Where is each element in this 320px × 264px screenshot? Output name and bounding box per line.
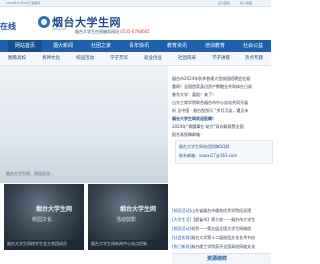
subnav-item-3[interactable]: 校园活动 — [68, 52, 102, 65]
headline-item[interactable]: 听 见中国 · 烟台刮刮乐 “岁月沉淀，遇见未 — [172, 108, 248, 114]
thumbnail-card[interactable]: 烟台大学生网 校园文化 烟台大学生网校学生会主席团成员 — [4, 184, 84, 250]
contribute-email[interactable]: 联系邮箱：xiaoxi17@163.com — [179, 153, 237, 159]
headline-item[interactable]: 重磅！全国首家身边资产数融业共同体在日成 — [172, 84, 252, 90]
set-homepage-link[interactable]: 设为首页 — [218, 0, 230, 6]
headline-item[interactable]: 鲁东大学：喜报！来了！ — [172, 92, 216, 98]
news-item[interactable]: [社会实践]烟台大学第十二届校园文化艺术节启 — [172, 235, 255, 241]
headline-item[interactable]: 山东工商学院联合烟台市中心血站共同开展 — [172, 100, 248, 106]
news-tag: [大学生活] — [172, 217, 192, 222]
news-tag: [社会实践] — [172, 235, 192, 240]
news-text[interactable]: 山东省烟台市服务优秀学院纪念馆 — [191, 208, 251, 213]
news-item[interactable]: [校园活动]山东省烟台市服务优秀学院纪念馆 — [172, 208, 251, 214]
nav-item-home[interactable]: 网站首页 — [8, 40, 42, 52]
subnav-item-8[interactable]: 热点专题 — [237, 52, 271, 65]
nav-item-education[interactable]: 教育资讯 — [160, 40, 194, 52]
top-date: 2020年09月05日 星期四 — [6, 1, 41, 5]
nav-item-training[interactable]: 培训教育 — [198, 40, 232, 52]
news-text[interactable]: 烟台理工学院获评全国高校网络文化 — [191, 244, 255, 249]
nav-item-clubs[interactable]: 社团之家 — [84, 40, 118, 52]
news-tag: [校园活动] — [172, 226, 192, 231]
thumbnail-subtitle: 校园文化 — [32, 217, 53, 223]
tagline-phone: 0535-6788665 — [120, 29, 150, 34]
news-item[interactable]: [大学生活]【超省市】第七轮——烟台市大学生 — [172, 217, 255, 223]
news-text[interactable]: 烟台大学第十二届校园文化艺术节启 — [191, 235, 255, 240]
nav-item-charity[interactable]: 社会公益 — [236, 40, 270, 52]
header-tagline: 烟台大学生在线服务网站 0535-6788665 — [75, 29, 150, 35]
main-nav: 网站首页 烟大新闻 社团之家 青年快讯 教育资讯 培训教育 社会公益 — [0, 40, 271, 52]
nav-item-youth[interactable]: 青年快讯 — [122, 40, 156, 52]
subnav-item-4[interactable]: 学子芳华 — [102, 52, 136, 65]
thumbnail-title: 烟台大学生网 — [36, 206, 73, 213]
photo-thumbnails: 烟台大学生网 校园文化 烟台大学生网校学生会主席团成员 烟台大学生网 活动剪影 … — [4, 184, 168, 250]
thumbnail-caption[interactable]: 烟台大学生网校学生会主席团成员 — [7, 241, 67, 247]
contribute-box: 烟台大学生网欢迎投稿QQ群： 联系邮箱：xiaoxi17@163.com — [175, 140, 273, 164]
subnav-item-5[interactable]: 就业创业 — [136, 52, 170, 65]
thumbnail-caption[interactable]: 烟台大学生网新闻中心站点招新 — [91, 241, 147, 247]
bottom-banner[interactable]: 资源榜样 — [172, 253, 271, 264]
headline-item[interactable]: 烟台市2024年秋季普通大型校园招聘会在烟 — [172, 76, 250, 82]
contribute-qq[interactable]: 烟台大学生网欢迎投稿QQ群： — [179, 144, 233, 150]
headline-item[interactable]: 2024年“骨髓事业·助力”双向联赛暨全国 — [172, 124, 244, 130]
news-item[interactable]: [热门新闻]烟台理工学院获评全国高校网络文化 — [172, 244, 255, 250]
subnav-item-2[interactable]: 青神文化 — [34, 52, 68, 65]
site-logo-icon — [38, 16, 50, 28]
thumbnail-subtitle: 活动剪影 — [116, 217, 137, 223]
news-item[interactable]: [校园活动]祝贺——第五届全国大学生网络创 — [172, 226, 251, 232]
thumbnail-card[interactable]: 烟台大学生网 活动剪影 烟台大学生网新闻中心站点招新 — [88, 184, 168, 250]
headline-item[interactable]: 烟台大学生网欢迎投稿！ — [172, 116, 216, 122]
banner-text[interactable]: 资源榜样 — [207, 255, 227, 262]
nav-item-news[interactable]: 烟大新闻 — [46, 40, 80, 52]
news-text[interactable]: 祝贺——第五届全国大学生网络创 — [191, 226, 251, 231]
site-url: ytdxs.net — [52, 27, 67, 31]
headline-item[interactable]: 报名表投稿邮箱： — [172, 132, 204, 138]
subnav-item-6[interactable]: 社团风采 — [170, 52, 204, 65]
sub-nav: 图看高校 青神文化 校园活动 学子芳华 就业创业 社团风采 学子讲座 热点专题 — [0, 52, 271, 66]
subnav-item-1[interactable]: 图看高校 — [0, 52, 34, 65]
subnav-item-7[interactable]: 学子讲座 — [204, 52, 238, 65]
news-tag: [校园活动] — [172, 208, 192, 213]
news-tag: [热门新闻] — [172, 244, 192, 249]
featured-image[interactable] — [0, 66, 168, 183]
left-logo-text: 在线 — [0, 22, 16, 31]
add-favorite-link[interactable]: 加入收藏 — [240, 0, 252, 6]
news-text[interactable]: 【超省市】第七轮——烟台市大学生 — [191, 217, 255, 222]
featured-caption[interactable]: 烟台大学生网，校园文化... — [6, 171, 54, 177]
top-bar: 2020年09月05日 星期四 设为首页 加入收藏 — [0, 0, 271, 7]
thumbnail-title: 烟台大学生网 — [120, 206, 157, 213]
tagline-text: 烟台大学生在线服务网站 — [75, 29, 119, 34]
